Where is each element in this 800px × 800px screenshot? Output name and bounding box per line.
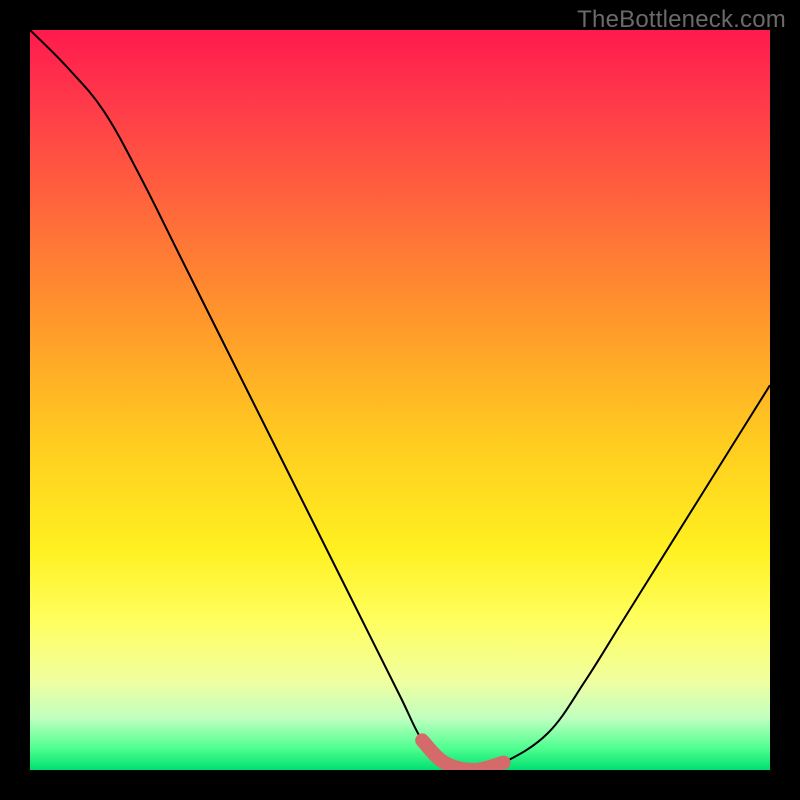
bottleneck-curve-path [30, 30, 770, 770]
bottom-highlight-path [422, 740, 503, 770]
watermark-text: TheBottleneck.com [577, 6, 786, 34]
chart-svg [30, 30, 770, 770]
chart-plot-area [30, 30, 770, 770]
